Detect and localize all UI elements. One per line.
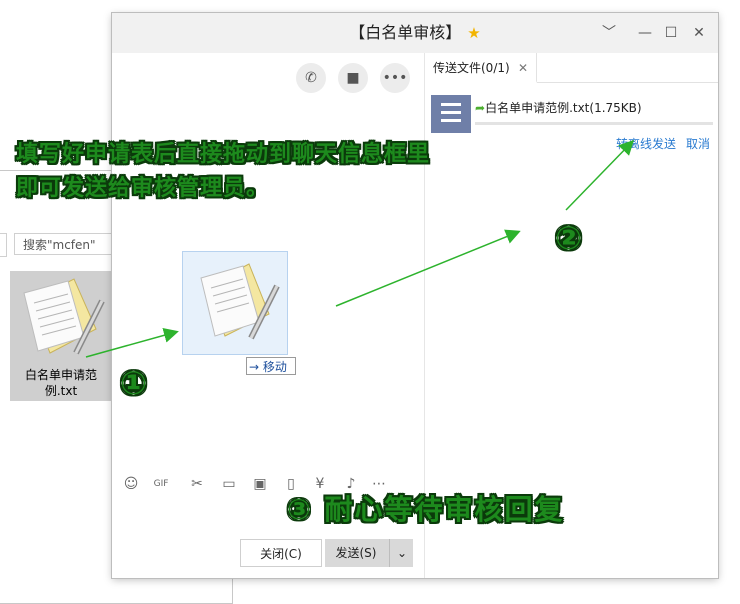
close-icon[interactable]: ✕ <box>518 53 528 83</box>
gif-icon[interactable]: GIF <box>150 473 172 495</box>
transfer-file-label: 白名单申请范例.txt(1.75KB) <box>485 101 642 115</box>
maximize-icon[interactable]: ☐ <box>661 23 681 43</box>
image-icon[interactable]: ▣ <box>249 473 271 495</box>
step1-line2: 即可发送给审核管理员。 <box>16 176 270 201</box>
file-item[interactable]: 白名单申请范 例.txt <box>10 271 112 401</box>
step1-line1: 填写好申请表后直接拖动到聊天信息框里 <box>16 142 431 167</box>
tab-divider <box>537 82 718 83</box>
transfer-progress-bar <box>475 122 713 125</box>
search-input[interactable]: 搜索"mcfen" <box>14 233 112 255</box>
scissors-icon[interactable]: ✂ <box>186 473 208 495</box>
file-name-line1: 白名单申请范 <box>24 368 97 382</box>
cancel-link[interactable]: 取消 <box>686 135 710 152</box>
dragged-file[interactable] <box>182 251 288 355</box>
file-name-line2: 例.txt <box>44 384 78 398</box>
step3-annotation: ③ 耐心等待审核回复 <box>287 493 565 526</box>
send-button[interactable]: 发送(S) ⌄ <box>325 539 413 567</box>
step1-annotation: 填写好申请表后直接拖动到聊天信息框里 即可发送给审核管理员。 <box>16 138 430 206</box>
offline-send-link[interactable]: 转离线发送 <box>616 135 676 152</box>
step2-badge: ② <box>555 219 583 257</box>
window-title-text: 【白名单审核】 <box>349 23 462 42</box>
more-icon[interactable]: ••• <box>380 63 410 93</box>
emoji-icon[interactable]: ☺ <box>120 473 142 495</box>
chevron-down-icon[interactable]: ⌄ <box>389 539 414 567</box>
video-icon[interactable]: ■ <box>338 63 368 93</box>
tab-label: 传送文件(0/1) <box>433 61 510 75</box>
close-button[interactable]: 关闭(C) <box>240 539 322 567</box>
text-file-icon <box>23 278 105 355</box>
send-button-label: 发送(S) <box>335 546 377 560</box>
phone-icon[interactable]: ✆ <box>296 63 326 93</box>
folder-icon[interactable]: ▭ <box>218 473 240 495</box>
file-name-label: 白名单申请范 例.txt <box>10 367 112 399</box>
minimize-icon[interactable]: — <box>635 23 655 43</box>
explorer-toolbar-edge <box>0 233 7 257</box>
text-file-icon <box>200 263 280 340</box>
transfer-arrow-icon: ➦ <box>475 101 486 115</box>
close-icon[interactable]: ✕ <box>689 23 709 43</box>
title-bar: 【白名单审核】 ★ ﹀ — ☐ ✕ <box>112 13 718 53</box>
chevron-down-icon[interactable]: ﹀ <box>599 23 619 43</box>
step1-badge: ① <box>120 364 148 402</box>
window-title: 【白名单审核】 ★ <box>112 13 718 53</box>
move-tooltip: → 移动 <box>246 357 296 375</box>
document-icon <box>431 95 471 133</box>
star-icon[interactable]: ★ <box>467 24 480 42</box>
transfer-file-name: ➦白名单申请范例.txt(1.75KB) <box>475 99 642 116</box>
tab-file-transfer[interactable]: 传送文件(0/1) ✕ <box>425 53 537 83</box>
